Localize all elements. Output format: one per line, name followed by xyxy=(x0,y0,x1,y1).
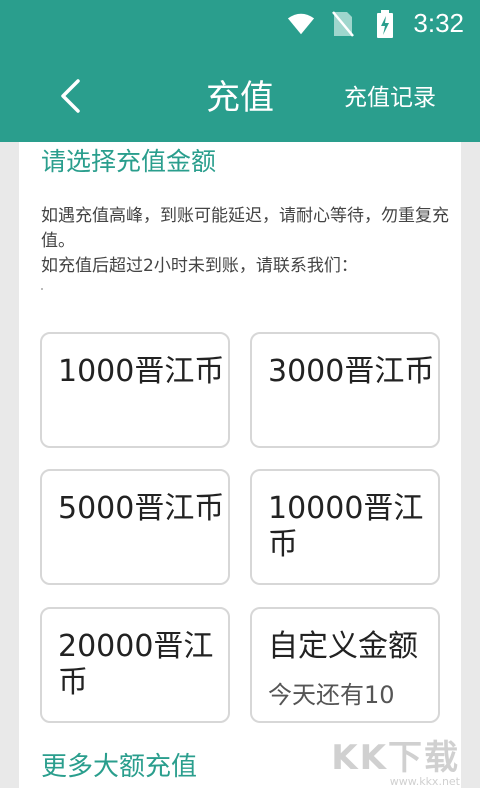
recharge-option-5000[interactable]: 5000晋江币 xyxy=(40,469,230,585)
toolbar: 充值 充值记录 xyxy=(0,48,480,142)
option-label: 10000晋江币 xyxy=(268,491,424,562)
option-subtitle: 今天还有10 xyxy=(268,681,395,709)
notice-text: 如遇充值高峰，到账可能延迟，请耐心等待，勿重复充值。 如充值后超过2小时未到账，… xyxy=(41,204,461,279)
option-label: 3000晋江币 xyxy=(268,354,435,389)
section-title: 请选择充值金额 xyxy=(41,147,217,176)
recharge-option-custom[interactable]: 自定义金额 今天还有10 xyxy=(250,607,440,723)
recharge-card: 请选择充值金额 如遇充值高峰，到账可能延迟，请耐心等待，勿重复充值。 如充值后超… xyxy=(19,142,461,788)
recharge-option-1000[interactable]: 1000晋江币 xyxy=(40,332,230,448)
wifi-icon xyxy=(287,10,315,38)
notice-line: 如充值后超过2小时未到账，请联系我们： xyxy=(41,256,358,276)
notice-line: 如遇充值高峰，到账可能延迟，请耐心等待，勿重复充值。 xyxy=(41,206,449,251)
status-time: 3:32 xyxy=(413,8,464,38)
watermark: KK下载 www.kkx.net xyxy=(331,730,460,788)
option-label: 5000晋江币 xyxy=(58,491,225,526)
status-icons: 3:32 xyxy=(287,8,464,39)
no-sim-icon xyxy=(329,10,357,38)
option-label: 20000晋江币 xyxy=(58,629,214,700)
divider-dot xyxy=(41,288,43,290)
battery-charging-icon xyxy=(371,9,399,38)
watermark-logo: KK下载 xyxy=(331,738,460,778)
more-large-recharge-link[interactable]: 更多大额充值 xyxy=(41,746,197,783)
status-bar: 3:32 xyxy=(0,0,480,48)
option-label: 自定义金额 xyxy=(268,629,418,664)
recharge-record-link[interactable]: 充值记录 xyxy=(344,78,436,112)
recharge-option-10000[interactable]: 10000晋江币 xyxy=(250,469,440,585)
recharge-option-3000[interactable]: 3000晋江币 xyxy=(250,332,440,448)
option-label: 1000晋江币 xyxy=(58,354,225,389)
recharge-option-20000[interactable]: 20000晋江币 xyxy=(40,607,230,723)
